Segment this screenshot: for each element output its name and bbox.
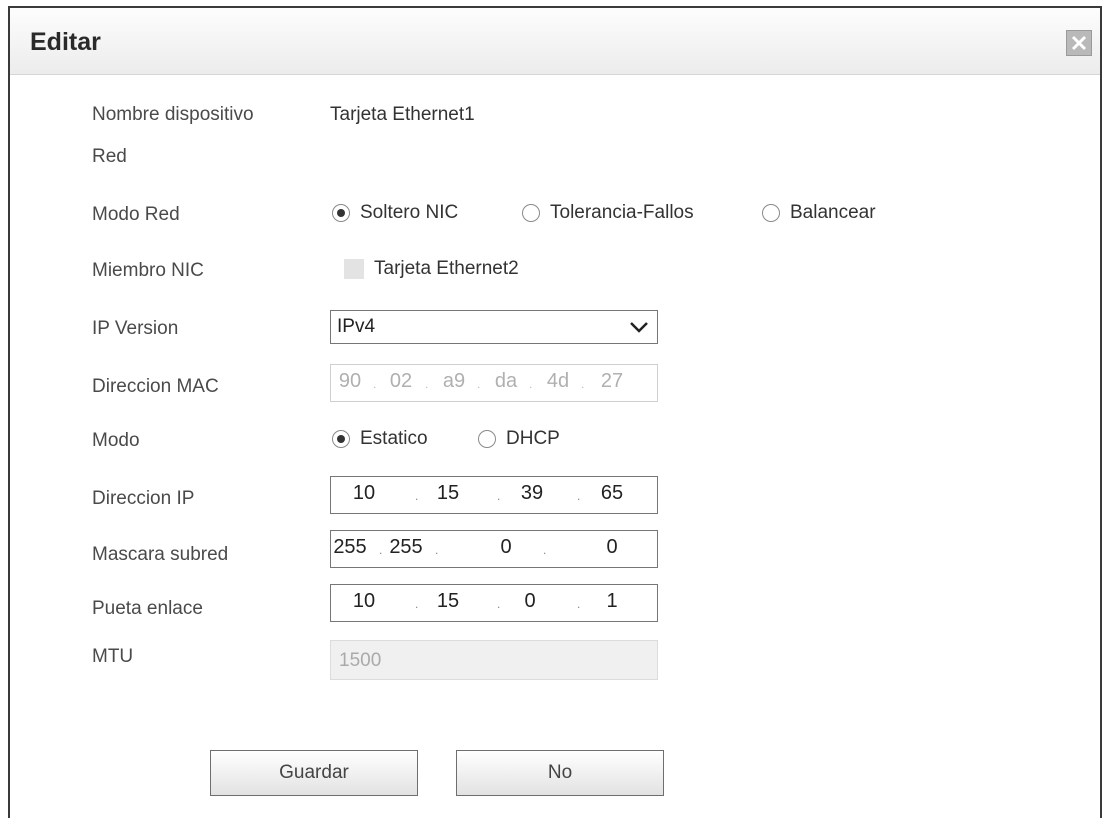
- ip-octet[interactable]: 10: [339, 482, 389, 505]
- separator-dot: .: [577, 489, 581, 503]
- cancel-button[interactable]: No: [456, 750, 664, 796]
- dialog-titlebar: Editar: [10, 8, 1100, 75]
- mtu-placeholder: 1500: [339, 650, 382, 671]
- subnet-octet[interactable]: 255: [325, 536, 375, 559]
- device-name-label-line2: Red: [92, 146, 127, 167]
- separator-dot: .: [497, 489, 501, 503]
- subnet-octet[interactable]: 0: [587, 536, 637, 559]
- device-name-label: Nombre dispositivo: [92, 104, 254, 125]
- subnet-mask-label: Mascara subred: [92, 544, 229, 565]
- radio-button[interactable]: [762, 204, 780, 222]
- mode-label: Modo: [92, 430, 140, 451]
- gateway-octet[interactable]: 1: [587, 590, 637, 613]
- chevron-down-icon: [630, 322, 648, 333]
- separator-dot: .: [577, 597, 581, 611]
- mac-octet: 27: [600, 370, 624, 392]
- nic-member-label: Miembro NIC: [92, 260, 204, 281]
- ip-version-label: IP Version: [92, 318, 179, 339]
- gateway-octet[interactable]: 10: [339, 590, 389, 613]
- radio-button-checked[interactable]: [332, 204, 350, 222]
- subnet-octet[interactable]: 0: [481, 536, 531, 559]
- separator-dot: .: [435, 543, 439, 557]
- separator-dot: .: [477, 377, 481, 391]
- mac-octet: da: [494, 370, 518, 392]
- radio-button-checked[interactable]: [332, 430, 350, 448]
- ip-octet[interactable]: 15: [423, 482, 473, 505]
- mac-octet: 02: [389, 370, 413, 392]
- ip-address-input[interactable]: 10 . 15 . 39 . 65: [330, 476, 658, 514]
- separator-dot: .: [581, 377, 585, 391]
- radio-button[interactable]: [478, 430, 496, 448]
- radio-button[interactable]: [522, 204, 540, 222]
- ip-address-label: Direccion IP: [92, 488, 195, 509]
- radio-single-nic-label: Soltero NIC: [360, 202, 459, 223]
- ip-version-value: IPv4: [337, 316, 376, 337]
- radio-single-nic[interactable]: Soltero NIC: [332, 202, 458, 224]
- subnet-octet[interactable]: 255: [381, 536, 431, 559]
- radio-fault-tolerance[interactable]: Tolerancia-Fallos: [522, 202, 694, 224]
- mac-octet: a9: [442, 370, 466, 392]
- separator-dot: .: [425, 377, 429, 391]
- radio-load-balance-label: Balancear: [790, 202, 876, 223]
- separator-dot: .: [543, 543, 547, 557]
- ip-octet[interactable]: 65: [587, 482, 637, 505]
- nic-member-checkbox-label: Tarjeta Ethernet2: [374, 258, 519, 279]
- radio-fault-tolerance-label: Tolerancia-Fallos: [550, 202, 694, 223]
- ip-version-select[interactable]: IPv4: [330, 310, 658, 344]
- dialog-title: Editar: [30, 28, 101, 56]
- mtu-label: MTU: [92, 646, 134, 667]
- edit-dialog: Editar Nombre dispositivo Red Tarjeta Et…: [8, 6, 1102, 818]
- mac-address-field: 90 . 02 . a9 . da . 4d . 27: [330, 364, 658, 402]
- network-mode-label: Modo Red: [92, 204, 180, 225]
- close-icon[interactable]: [1066, 30, 1092, 56]
- radio-static[interactable]: Estatico: [332, 428, 428, 450]
- ip-octet[interactable]: 39: [507, 482, 557, 505]
- separator-dot: .: [415, 489, 419, 503]
- save-button[interactable]: Guardar: [210, 750, 418, 796]
- radio-dhcp-label: DHCP: [506, 428, 560, 449]
- radio-static-label: Estatico: [360, 428, 428, 449]
- separator-dot: .: [415, 597, 419, 611]
- mac-label: Direccion MAC: [92, 376, 219, 397]
- radio-load-balance[interactable]: Balancear: [762, 202, 876, 224]
- device-name-value: Tarjeta Ethernet1: [330, 104, 475, 125]
- gateway-octet[interactable]: 0: [505, 590, 555, 613]
- gateway-label: Pueta enlace: [92, 598, 203, 619]
- gateway-octet[interactable]: 15: [423, 590, 473, 613]
- separator-dot: .: [497, 597, 501, 611]
- subnet-mask-input[interactable]: 255 . 255 . 0 . 0: [330, 530, 658, 568]
- mac-octet: 4d: [546, 370, 570, 392]
- gateway-input[interactable]: 10 . 15 . 0 . 1: [330, 584, 658, 622]
- nic-member-checkbox[interactable]: [344, 259, 364, 279]
- separator-dot: .: [529, 377, 533, 391]
- mac-octet: 90: [338, 370, 362, 392]
- radio-dhcp[interactable]: DHCP: [478, 428, 560, 450]
- mtu-input: 1500: [330, 640, 658, 680]
- nic-member-checkbox-row[interactable]: Tarjeta Ethernet2: [344, 258, 519, 280]
